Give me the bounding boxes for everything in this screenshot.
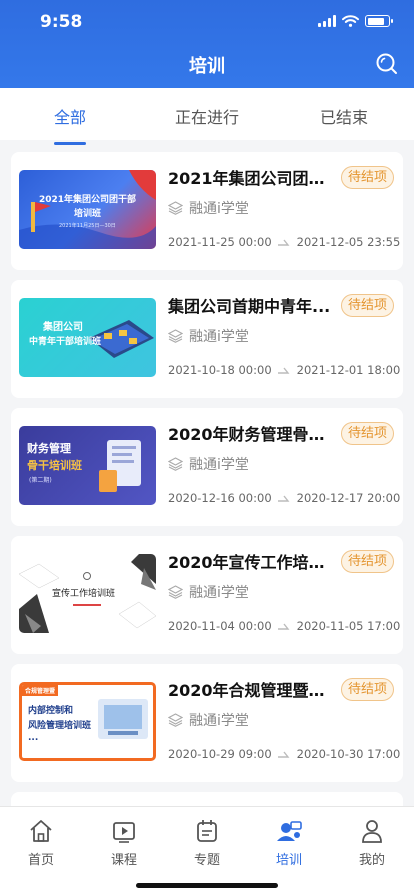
- end-date: 2020-11-05 17:00: [296, 619, 401, 633]
- active-tab-indicator: [54, 142, 86, 145]
- arrow-icon: [277, 751, 290, 758]
- tabbar-label: 培训: [275, 853, 302, 868]
- status-bar: 9:58: [0, 12, 414, 36]
- course-card[interactable]: 2021年集团公司团干部 培训班 2021年11月25日—30日 2021年集团…: [11, 152, 403, 270]
- thumbnail-text: 2021年集团公司团干部: [39, 195, 137, 205]
- course-title: 2021年集团公司团干...: [168, 169, 340, 188]
- bottom-tab-bar: 首页 课程 专题 培训 我的: [0, 806, 414, 896]
- thumbnail-text: 2021年11月25日—30日: [59, 223, 116, 229]
- course-dates: 2020-11-04 00:00 2020-11-05 17:00: [168, 619, 400, 633]
- course-title: 2020年合规管理暨内...: [168, 681, 340, 700]
- layers-icon: [168, 713, 183, 727]
- start-date: 2020-12-16 00:00: [168, 491, 272, 505]
- course-title: 集团公司首期中青年...: [168, 297, 331, 316]
- thumbnail-text: 培训班: [74, 209, 102, 219]
- course-source: 融通i学堂: [168, 710, 249, 730]
- thumbnail-text: 内部控制和: [28, 706, 74, 716]
- layers-icon: [168, 457, 183, 471]
- course-card[interactable]: 集团公司 中青年干部培训班 集团公司首期中青年... 待结项 融通i学堂 202…: [11, 280, 403, 398]
- wifi-icon: [342, 15, 359, 27]
- arrow-icon: [277, 239, 290, 246]
- filter-tabs: 全部 正在进行 已结束: [0, 88, 414, 140]
- tabbar-label: 专题: [193, 853, 220, 868]
- source-label: 融通i学堂: [189, 713, 249, 729]
- layers-icon: [168, 329, 183, 343]
- thumbnail-text: 骨干培训班: [27, 459, 82, 472]
- source-label: 融通i学堂: [189, 329, 249, 345]
- course-title: 2020年宣传工作培训班: [168, 553, 340, 572]
- tabbar-label: 首页: [27, 853, 54, 868]
- source-label: 融通i学堂: [189, 585, 249, 601]
- source-label: 融通i学堂: [189, 201, 249, 217]
- thumbnail-text: ...: [28, 733, 39, 743]
- training-icon: [277, 821, 302, 841]
- course-card[interactable]: 宣传工作培训班 2020年宣传工作培训班 待结项 融通i学堂 2020-11-0…: [11, 536, 403, 654]
- course-card[interactable]: 合规管理暨 内部控制和 风险管理培训班 ... 2020年合规管理暨内... 待…: [11, 664, 403, 782]
- tab-all[interactable]: 全部: [10, 104, 130, 128]
- course-source: 融通i学堂: [168, 454, 249, 474]
- thumbnail-text: 宣传工作培训班: [52, 589, 116, 599]
- course-thumbnail: 2021年集团公司团干部 培训班 2021年11月25日—30日: [19, 170, 156, 249]
- thumbnail-text: 中青年干部培训班: [29, 337, 102, 347]
- course-title: 2020年财务管理骨干...: [168, 425, 340, 444]
- topic-icon: [197, 820, 217, 842]
- status-badge: 待结项: [340, 166, 394, 189]
- status-badge: 待结项: [340, 678, 394, 701]
- tabbar-item-topics[interactable]: 专题: [177, 817, 237, 868]
- home-icon: [30, 820, 52, 842]
- thumbnail-text: 财务管理: [27, 442, 71, 455]
- thumbnail-text: 集团公司: [43, 322, 83, 333]
- arrow-icon: [277, 495, 290, 502]
- course-source: 融通i学堂: [168, 326, 249, 346]
- app-header: 9:58 培训: [0, 0, 414, 88]
- tab-in-progress[interactable]: 正在进行: [147, 104, 267, 128]
- course-thumbnail: 财务管理 骨干培训班 (第二期): [19, 426, 156, 505]
- course-card[interactable]: 财务管理 骨干培训班 (第二期) 2020年财务管理骨干... 待结项 融通i学…: [11, 408, 403, 526]
- status-badge: 待结项: [340, 294, 394, 317]
- start-date: 2021-10-18 00:00: [168, 363, 272, 377]
- tab-finished[interactable]: 已结束: [284, 104, 404, 128]
- tabbar-item-home[interactable]: 首页: [11, 817, 71, 868]
- signal-icon: [318, 15, 336, 27]
- course-source: 融通i学堂: [168, 582, 249, 602]
- status-time: 9:58: [40, 12, 83, 32]
- arrow-icon: [277, 623, 290, 630]
- page-title: 培训: [189, 56, 225, 77]
- status-badge: 待结项: [340, 550, 394, 573]
- home-indicator[interactable]: [136, 883, 278, 888]
- start-date: 2020-10-29 09:00: [168, 747, 272, 761]
- course-thumbnail: 集团公司 中青年干部培训班: [19, 298, 156, 377]
- course-dates: 2020-12-16 00:00 2020-12-17 20:00: [168, 491, 400, 505]
- battery-icon: [365, 15, 393, 27]
- status-badge: 待结项: [340, 422, 394, 445]
- end-date: 2020-12-17 20:00: [296, 491, 401, 505]
- arrow-icon: [277, 367, 290, 374]
- thumbnail-text: 风险管理培训班: [28, 721, 92, 731]
- course-dates: 2021-10-18 00:00 2021-12-01 18:00: [168, 363, 400, 377]
- tabbar-label: 我的: [358, 853, 385, 868]
- course-dates: 2020-10-29 09:00 2020-10-30 17:00: [168, 747, 400, 761]
- end-date: 2021-12-05 23:55: [296, 235, 401, 249]
- end-date: 2020-10-30 17:00: [296, 747, 401, 761]
- course-source: 融通i学堂: [168, 198, 249, 218]
- source-label: 融通i学堂: [189, 457, 249, 473]
- layers-icon: [168, 585, 183, 599]
- start-date: 2020-11-04 00:00: [168, 619, 272, 633]
- end-date: 2021-12-01 18:00: [296, 363, 401, 377]
- play-icon: [113, 822, 135, 843]
- thumbnail-text: 合规管理暨: [25, 688, 56, 695]
- course-thumbnail: 宣传工作培训班: [19, 554, 156, 633]
- start-date: 2021-11-25 00:00: [168, 235, 272, 249]
- status-icons: [318, 15, 393, 27]
- search-icon[interactable]: [374, 51, 400, 77]
- thumbnail-text: (第二期): [29, 477, 52, 484]
- layers-icon: [168, 201, 183, 215]
- tabbar-item-training[interactable]: 培训: [259, 817, 319, 868]
- tabbar-item-me[interactable]: 我的: [342, 817, 402, 868]
- user-icon: [362, 820, 382, 843]
- tabbar-label: 课程: [110, 853, 137, 868]
- course-thumbnail: 合规管理暨 内部控制和 风险管理培训班 ...: [19, 682, 156, 761]
- tabbar-item-courses[interactable]: 课程: [94, 817, 154, 868]
- course-dates: 2021-11-25 00:00 2021-12-05 23:55: [168, 235, 400, 249]
